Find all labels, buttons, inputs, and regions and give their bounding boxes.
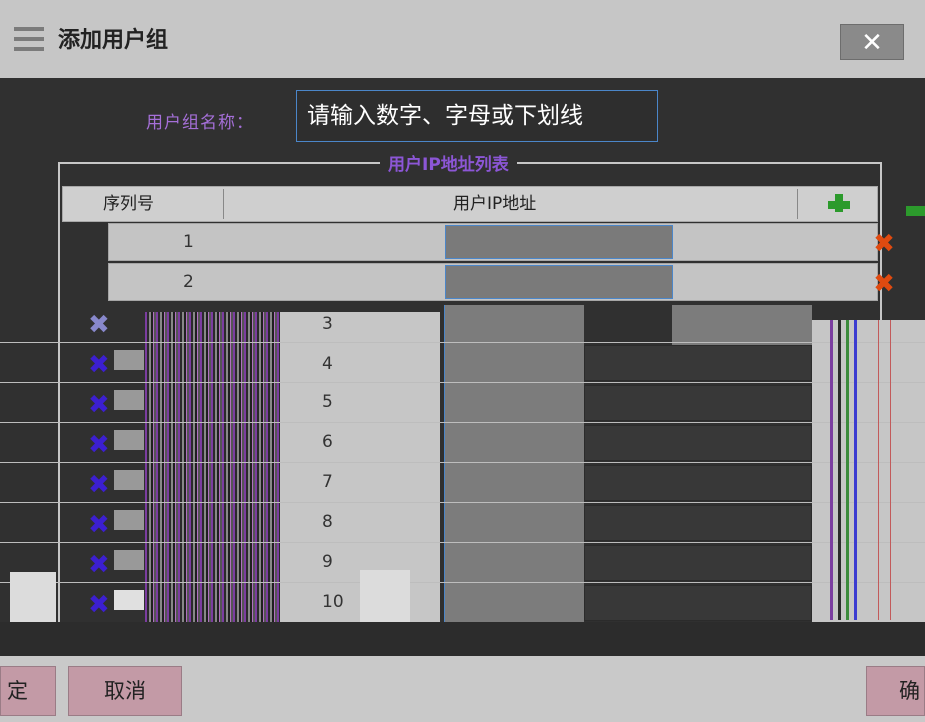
row-number: 1: [183, 232, 194, 252]
render-artifact: [846, 320, 849, 620]
delete-x-icon[interactable]: ✖: [88, 312, 112, 338]
close-icon: ✕: [861, 28, 883, 58]
delete-x-icon[interactable]: ✖: [872, 231, 896, 257]
add-plus-icon[interactable]: [828, 194, 850, 212]
ip-list-legend: 用户IP地址列表: [380, 150, 517, 175]
render-artifact: [114, 510, 144, 530]
dialog-titlebar: 添加用户组 ✕: [0, 0, 925, 78]
column-divider: [223, 189, 224, 219]
ip-input[interactable]: [584, 545, 812, 581]
render-artifact: [114, 550, 144, 570]
row-divider: [0, 342, 925, 343]
ip-input[interactable]: [584, 505, 812, 541]
render-artifact: [830, 320, 833, 620]
row-divider: [0, 542, 925, 543]
row-divider: [0, 502, 925, 503]
hamburger-menu-icon[interactable]: [14, 27, 44, 51]
render-artifact: [114, 470, 144, 490]
confirm-button[interactable]: 定: [0, 666, 56, 716]
ip-input[interactable]: [584, 425, 812, 461]
cancel-button[interactable]: 取消: [68, 666, 182, 716]
ip-input[interactable]: [584, 465, 812, 501]
row-divider: [0, 422, 925, 423]
row-number: 9: [322, 552, 333, 572]
row-divider: [0, 382, 925, 383]
render-artifact: [114, 590, 144, 610]
delete-x-icon[interactable]: ✖: [872, 271, 896, 297]
render-artifact: [854, 320, 857, 620]
row-number: 4: [322, 354, 333, 374]
render-artifact: [812, 320, 925, 624]
table-row: 1: [108, 223, 878, 261]
confirm-button[interactable]: 确: [866, 666, 925, 716]
row-divider: [0, 582, 925, 583]
row-number: 3: [322, 314, 333, 334]
add-plus-icon-duplicate: [906, 206, 925, 216]
ip-table-header: 序列号 用户IP地址: [62, 186, 878, 222]
ip-input[interactable]: [584, 585, 812, 621]
table-bottom-bar: [0, 622, 925, 658]
render-artifact: [878, 320, 879, 620]
close-button[interactable]: ✕: [840, 24, 904, 60]
row-divider: [0, 462, 925, 463]
delete-x-icon[interactable]: ✖: [88, 352, 112, 378]
render-artifact: [890, 320, 891, 620]
delete-x-icon[interactable]: ✖: [88, 392, 112, 418]
delete-x-icon[interactable]: ✖: [88, 472, 112, 498]
column-divider: [797, 189, 798, 219]
group-name-input[interactable]: 请输入数字、字母或下划线: [296, 90, 658, 142]
row-number: 10: [322, 592, 344, 612]
render-artifact-stripes: [145, 312, 280, 658]
render-artifact: [10, 572, 56, 624]
row-number: 6: [322, 432, 333, 452]
group-name-label: 用户组名称：: [146, 113, 254, 133]
ip-column-strip: [444, 305, 584, 623]
ip-input[interactable]: [584, 345, 812, 381]
render-artifact: [114, 390, 144, 410]
row-number: 2: [183, 272, 194, 292]
delete-x-icon[interactable]: ✖: [88, 432, 112, 458]
ip-input[interactable]: [584, 385, 812, 421]
delete-x-icon[interactable]: ✖: [88, 592, 112, 618]
dialog-title: 添加用户组: [58, 28, 169, 53]
column-header-seq: 序列号: [103, 194, 154, 214]
render-artifact: [838, 320, 841, 620]
row-number: 7: [322, 472, 333, 492]
render-artifact: [114, 430, 144, 450]
table-row: 2: [108, 263, 878, 301]
render-artifact: [672, 305, 812, 345]
row-number: 5: [322, 392, 333, 412]
ip-input[interactable]: [445, 225, 673, 259]
render-artifact: [114, 350, 144, 370]
column-header-ip: 用户IP地址: [453, 194, 537, 214]
delete-x-icon[interactable]: ✖: [88, 512, 112, 538]
render-artifact: [360, 570, 410, 622]
delete-x-icon[interactable]: ✖: [88, 552, 112, 578]
ip-input[interactable]: [445, 265, 673, 299]
row-number: 8: [322, 512, 333, 532]
